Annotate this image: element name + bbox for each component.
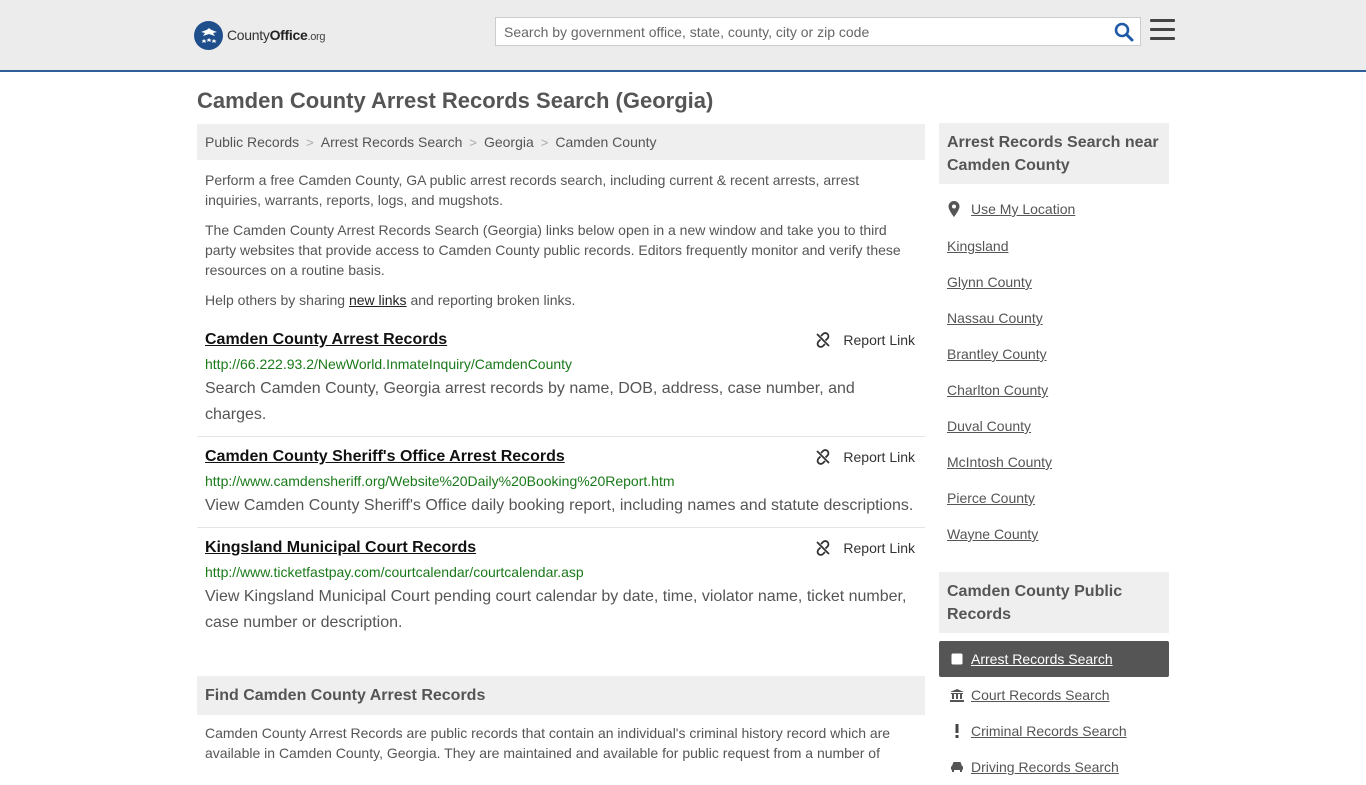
nearby-link-kingsland[interactable]: Kingsland: [947, 238, 1009, 254]
record-url: http://www.ticketfastpay.com/courtcalend…: [205, 564, 584, 580]
breadcrumb-separator-icon: >: [306, 134, 314, 150]
record-title-link[interactable]: Camden County Arrest Records: [205, 331, 447, 349]
find-records-heading: Find Camden County Arrest Records: [197, 676, 925, 715]
sidebar-item-criminal-records-search[interactable]: Criminal Records Search: [939, 713, 1169, 749]
nearby-link-mcintosh-county[interactable]: McIntosh County: [947, 454, 1052, 470]
use-my-location-link[interactable]: Use My Location: [947, 201, 1075, 217]
nearby-link-nassau-county[interactable]: Nassau County: [947, 310, 1043, 326]
nearby-link-wayne-county[interactable]: Wayne County: [947, 526, 1038, 542]
nearby-heading: Arrest Records Search near Camden County: [939, 123, 1169, 184]
breadcrumb-separator-icon: >: [540, 134, 549, 150]
broken-link-icon: [816, 332, 831, 348]
broken-link-icon: [816, 540, 831, 556]
hamburger-menu-icon[interactable]: [1150, 19, 1175, 43]
breadcrumb-public-records[interactable]: Public Records: [205, 134, 299, 150]
square-icon: [949, 653, 965, 665]
page-title: Camden County Arrest Records Search (Geo…: [197, 88, 714, 113]
logo-text: CountyOffice.org: [227, 27, 326, 43]
map-marker-icon: [948, 201, 960, 217]
breadcrumb: Public Records > Arrest Records Search >…: [197, 124, 925, 160]
record-item: Camden County Sheriff's Office Arrest Re…: [197, 448, 925, 523]
sidebar-item-arrest-records-search[interactable]: Arrest Records Search: [939, 641, 1169, 677]
record-title-link[interactable]: Camden County Sheriff's Office Arrest Re…: [205, 448, 565, 466]
record-description: View Kingsland Municipal Court pending c…: [205, 588, 907, 631]
record-item: Camden County Arrest Records Report Link…: [197, 331, 925, 431]
record-description: Search Camden County, Georgia arrest rec…: [205, 380, 855, 423]
nearby-link-pierce-county[interactable]: Pierce County: [947, 490, 1035, 506]
car-icon: [949, 761, 965, 773]
search-icon[interactable]: [1114, 22, 1134, 42]
search-input[interactable]: [496, 18, 1106, 45]
breadcrumb-separator-icon: >: [469, 134, 477, 150]
breadcrumb-arrest-records-search[interactable]: Arrest Records Search: [321, 134, 463, 150]
courthouse-icon: [949, 688, 965, 702]
site-header: CountyOffice.org: [0, 0, 1366, 72]
report-link-button[interactable]: Report Link: [815, 540, 915, 556]
nearby-link-duval-county[interactable]: Duval County: [947, 418, 1031, 434]
sidebar-item-driving-records-search[interactable]: Driving Records Search: [939, 749, 1169, 785]
find-records-text: Camden County Arrest Records are public …: [205, 725, 891, 761]
intro-paragraph-2: The Camden County Arrest Records Search …: [205, 222, 901, 278]
record-description: View Camden County Sheriff's Office dail…: [205, 497, 914, 514]
sidebar-item-court-records-search[interactable]: Court Records Search: [939, 677, 1169, 713]
logo-eagle-icon: [194, 20, 223, 50]
report-link-button[interactable]: Report Link: [815, 332, 915, 348]
breadcrumb-camden-county[interactable]: Camden County: [555, 134, 656, 150]
exclamation-icon: [949, 724, 965, 738]
record-item: Kingsland Municipal Court Records Report…: [197, 539, 925, 639]
record-title-link[interactable]: Kingsland Municipal Court Records: [205, 539, 476, 557]
divider: [197, 527, 925, 528]
site-logo[interactable]: CountyOffice.org: [194, 20, 326, 50]
broken-link-icon: [816, 449, 831, 465]
search-box: [495, 17, 1141, 46]
record-url: http://66.222.93.2/NewWorld.InmateInquir…: [205, 356, 573, 372]
nearby-link-charlton-county[interactable]: Charlton County: [947, 382, 1048, 398]
nearby-link-brantley-county[interactable]: Brantley County: [947, 346, 1047, 362]
nearby-link-glynn-county[interactable]: Glynn County: [947, 274, 1032, 290]
divider: [197, 436, 925, 437]
public-records-heading: Camden County Public Records: [939, 572, 1169, 633]
breadcrumb-georgia[interactable]: Georgia: [484, 134, 534, 150]
new-links-link[interactable]: new links: [349, 292, 407, 308]
intro-paragraph-1: Perform a free Camden County, GA public …: [205, 172, 860, 208]
intro-paragraph-3: Help others by sharing new links and rep…: [205, 292, 576, 308]
record-url: http://www.camdensheriff.org/Website%20D…: [205, 473, 675, 489]
report-link-button[interactable]: Report Link: [815, 449, 915, 465]
